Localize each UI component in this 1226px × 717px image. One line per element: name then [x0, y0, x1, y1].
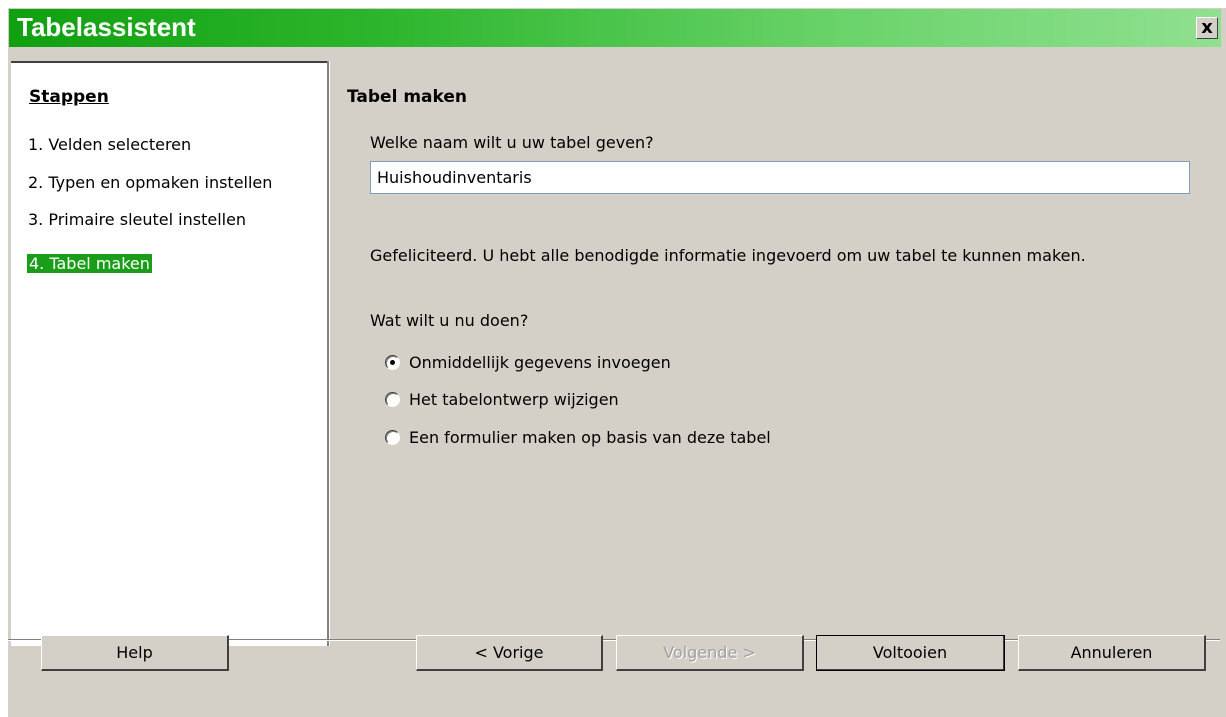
window-title: Tabelassistent	[17, 12, 196, 42]
option-modify-design[interactable]: Het tabelontwerp wijzigen	[385, 388, 619, 410]
radio-unchecked-icon[interactable]	[385, 391, 400, 407]
close-button[interactable]: x	[1196, 17, 1218, 39]
step-set-types[interactable]: 2. Typen en opmaken instellen	[28, 173, 272, 192]
option-create-form[interactable]: Een formulier maken op basis van deze ta…	[385, 426, 771, 448]
back-button[interactable]: < Vorige	[416, 635, 603, 671]
step-primary-key[interactable]: 3. Primaire sleutel instellen	[28, 210, 246, 229]
table-wizard-dialog: Tabelassistent x Stappen 1. Velden selec…	[7, 7, 1226, 717]
radio-unchecked-icon[interactable]	[385, 429, 400, 445]
next-action-question: Wat wilt u nu doen?	[370, 311, 529, 330]
cancel-button[interactable]: Annuleren	[1018, 635, 1206, 671]
section-title: Tabel maken	[347, 87, 467, 107]
steps-divider	[327, 61, 330, 646]
radio-checked-icon[interactable]	[385, 354, 400, 370]
table-name-input[interactable]	[370, 161, 1190, 194]
step-create-table[interactable]: 4. Tabel maken	[27, 254, 152, 273]
close-icon: x	[1201, 17, 1213, 38]
option-insert-data-label: Onmiddellijk gegevens invoegen	[409, 352, 671, 372]
step-select-fields[interactable]: 1. Velden selecteren	[28, 135, 191, 154]
option-modify-design-label: Het tabelontwerp wijzigen	[409, 389, 619, 409]
help-button[interactable]: Help	[41, 635, 229, 671]
finish-button[interactable]: Voltooien	[816, 635, 1005, 671]
title-bar: Tabelassistent x	[9, 9, 1221, 47]
steps-panel: Stappen 1. Velden selecteren 2. Typen en…	[11, 61, 327, 646]
next-button: Volgende >	[616, 635, 804, 671]
option-create-form-label: Een formulier maken op basis van deze ta…	[409, 427, 771, 447]
option-insert-data[interactable]: Onmiddellijk gegevens invoegen	[385, 351, 671, 373]
congratulations-text: Gefeliciteerd. U hebt alle benodigde inf…	[370, 246, 1086, 265]
table-name-label: Welke naam wilt u uw tabel geven?	[370, 133, 654, 152]
steps-title: Stappen	[29, 87, 109, 107]
